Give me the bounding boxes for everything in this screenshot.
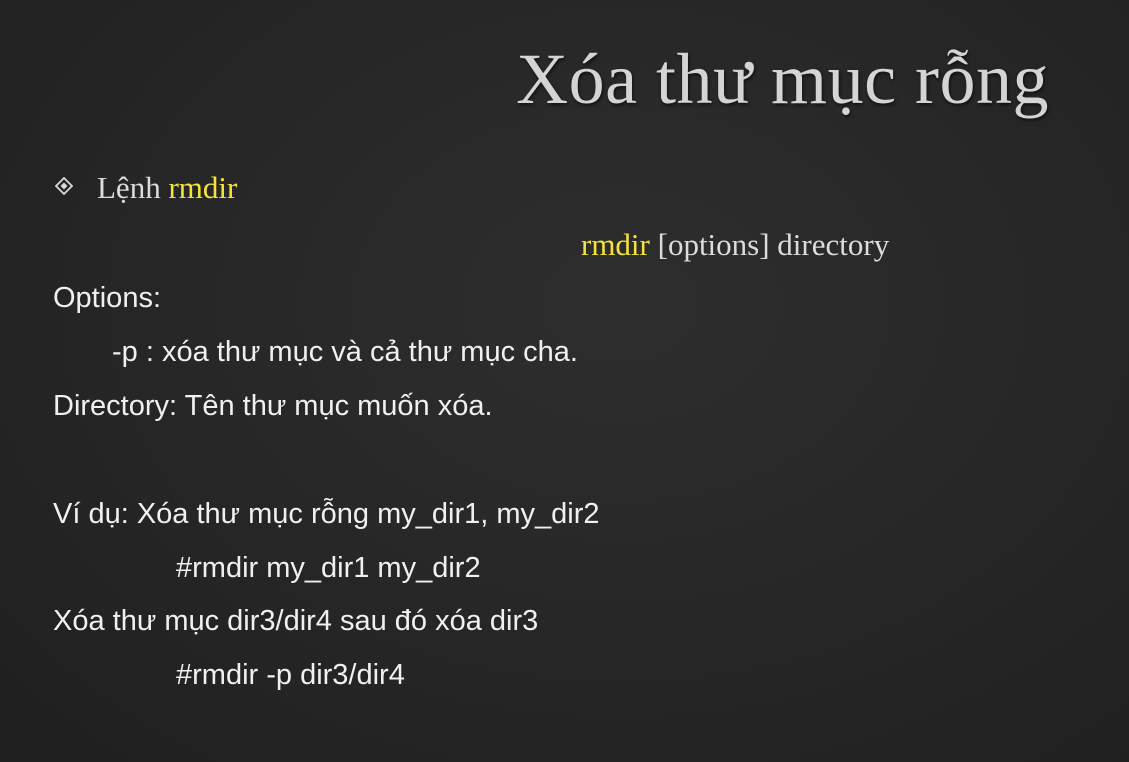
option-p-description: -p : xóa thư mục và cả thư mục cha.: [112, 336, 578, 368]
example-heading: Ví dụ: Xóa thư mục rỗng my_dir1, my_dir2: [53, 498, 600, 530]
syntax-command: rmdir: [581, 227, 650, 262]
diamond-bullet-icon: [54, 176, 77, 200]
bullet-item: Lệnh rmdir: [54, 170, 238, 206]
slide-title: Xóa thư mục rỗng: [516, 39, 1049, 119]
syntax-arguments: [options] directory: [657, 227, 890, 262]
example-command-2: #rmdir -p dir3/dir4: [176, 659, 405, 691]
command-syntax: rmdir [options] directory: [581, 227, 889, 263]
options-heading: Options:: [53, 282, 161, 314]
bullet-command: rmdir: [168, 170, 238, 205]
example-command-1: #rmdir my_dir1 my_dir2: [176, 552, 481, 584]
slide: Xóa thư mục rỗng Lệnh rmdir rmdir [optio…: [0, 0, 1129, 762]
bullet-label: Lệnh: [97, 170, 161, 205]
example-description-2: Xóa thư mục dir3/dir4 sau đó xóa dir3: [53, 605, 539, 637]
directory-description: Directory: Tên thư mục muốn xóa.: [53, 390, 493, 422]
